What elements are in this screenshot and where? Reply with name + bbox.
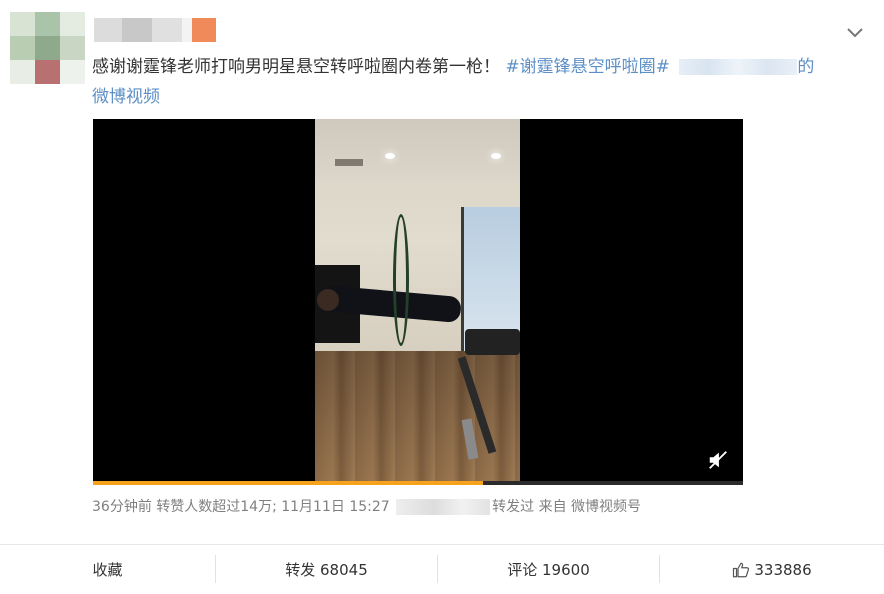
from-source-link[interactable]: 微博视频号 [571,499,641,515]
thumbs-up-icon [733,562,750,577]
repost-button[interactable]: 转发 68045 [216,545,437,594]
video-player[interactable] [93,119,743,485]
post-text: 感谢谢霆锋老师打响男明星悬空转呼啦圈内卷第一枪！ #谢霆锋悬空呼啦圈# 的 微博… [92,52,852,112]
like-count: 333886 [754,560,812,579]
favorite-label: 收藏 [92,561,123,579]
avatar[interactable] [10,12,85,84]
forwarded-label: 转发过 [492,499,535,515]
mute-icon[interactable] [707,449,729,471]
weibo-post-card: 感谢谢霆锋老师打响男明星悬空转呼啦圈内卷第一枪！ #谢霆锋悬空呼啦圈# 的 微博… [0,0,884,594]
forwarder-name-blurred[interactable] [396,499,491,515]
source-name-blurred[interactable] [679,59,798,75]
source-video-link[interactable]: 微博视频 [92,87,160,107]
favorite-button[interactable]: 收藏 [0,545,215,594]
repost-label: 转发 68045 [285,561,368,579]
post-meta: 36分钟前 转赞人数超过14万; 11月11日 15:27 转发过 来自 微博视… [92,497,641,517]
video-progress-bar[interactable] [93,481,743,485]
from-label: 来自 [538,499,567,515]
like-button[interactable]: 333886 [660,545,884,594]
post-text-main: 感谢谢霆锋老师打响男明星悬空转呼啦圈内卷第一枪！ [92,57,500,77]
username-blurred[interactable] [94,18,216,42]
chevron-down-icon[interactable] [843,20,867,44]
comment-button[interactable]: 评论 19600 [438,545,659,594]
source-suffix[interactable]: 的 [797,57,814,77]
video-frame [315,119,520,485]
video-progress-fill [93,481,483,485]
hashtag-link[interactable]: #谢霆锋悬空呼啦圈# [505,57,670,77]
post-time-info[interactable]: 36分钟前 转赞人数超过14万; 11月11日 15:27 [92,499,390,515]
comment-label: 评论 19600 [507,561,590,579]
